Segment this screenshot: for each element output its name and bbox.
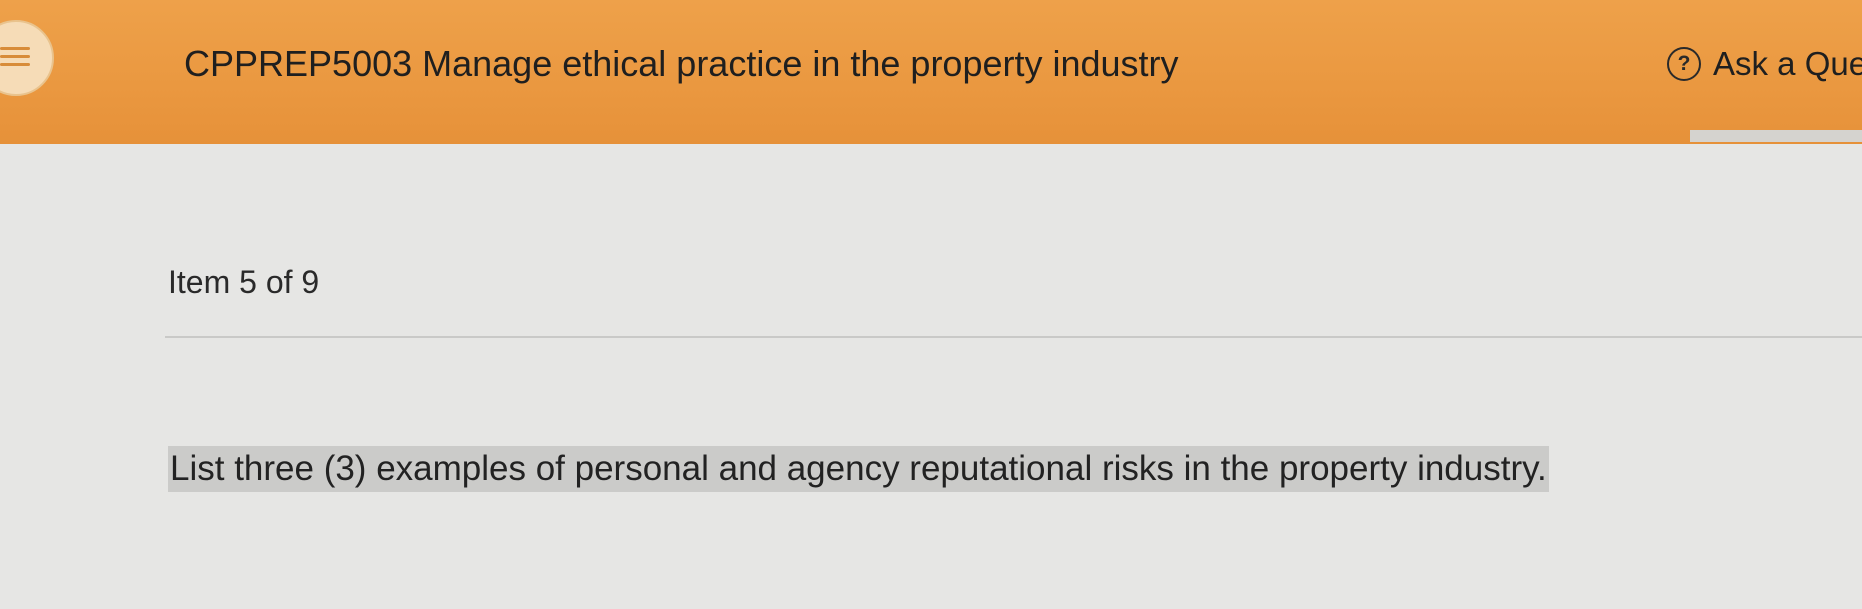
header-edge-strip	[1690, 130, 1862, 142]
course-title: CPPREP5003 Manage ethical practice in th…	[184, 43, 1179, 84]
top-header-bar: CPPREP5003 Manage ethical practice in th…	[0, 0, 1862, 144]
ask-a-question-label: Ask a Que	[1713, 45, 1862, 82]
menu-button[interactable]	[0, 20, 54, 96]
help-circle-icon: ?	[1667, 47, 1701, 81]
main-content	[0, 144, 1862, 609]
question-text[interactable]: List three (3) examples of personal and …	[168, 446, 1549, 492]
ask-a-question-button[interactable]: ? Ask a Que	[1667, 40, 1862, 88]
item-counter: Item 5 of 9	[168, 264, 320, 300]
hamburger-menu-icon	[0, 47, 30, 69]
divider	[165, 336, 1862, 338]
